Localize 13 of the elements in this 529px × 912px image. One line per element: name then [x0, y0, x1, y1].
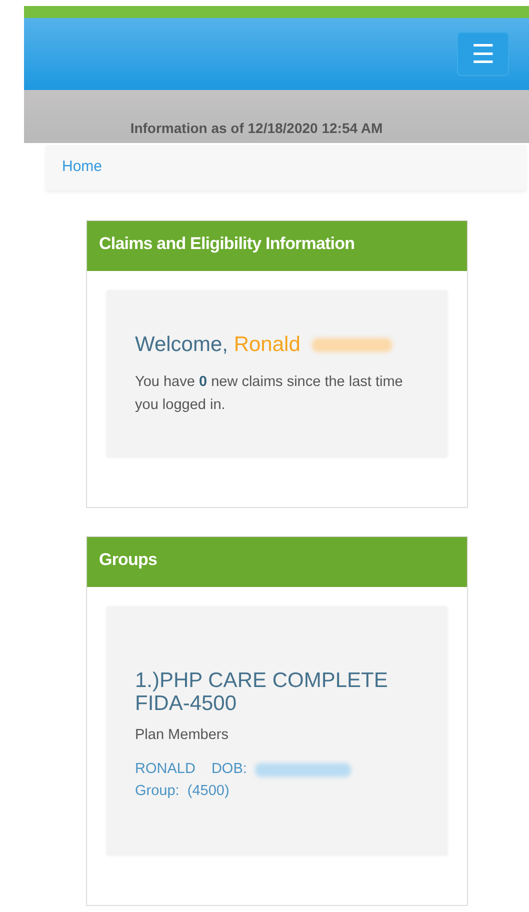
welcome-greeting: Welcome,: [135, 333, 228, 356]
user-name: Ronald: [234, 333, 300, 356]
group-name[interactable]: 1.)PHP CARE COMPLETE FIDA-4500: [135, 668, 421, 716]
group-number: Group: (4500): [135, 782, 230, 801]
panel-header: Claims and Eligibility Information: [87, 221, 467, 271]
panel-header: Groups: [87, 536, 467, 587]
info-timestamp: Information as of 12/18/2020 12:54 AM: [130, 119, 383, 138]
member-name[interactable]: RONALD: [135, 758, 196, 781]
dob-label: DOB:: [211, 760, 247, 779]
breadcrumb-link[interactable]: Home: [62, 156, 102, 179]
plan-members-label: Plan Members: [135, 726, 230, 746]
claims-message: You have 0 new claims since the last time you logged in.: [135, 372, 404, 415]
menu-button[interactable]: ☰: [457, 32, 509, 76]
